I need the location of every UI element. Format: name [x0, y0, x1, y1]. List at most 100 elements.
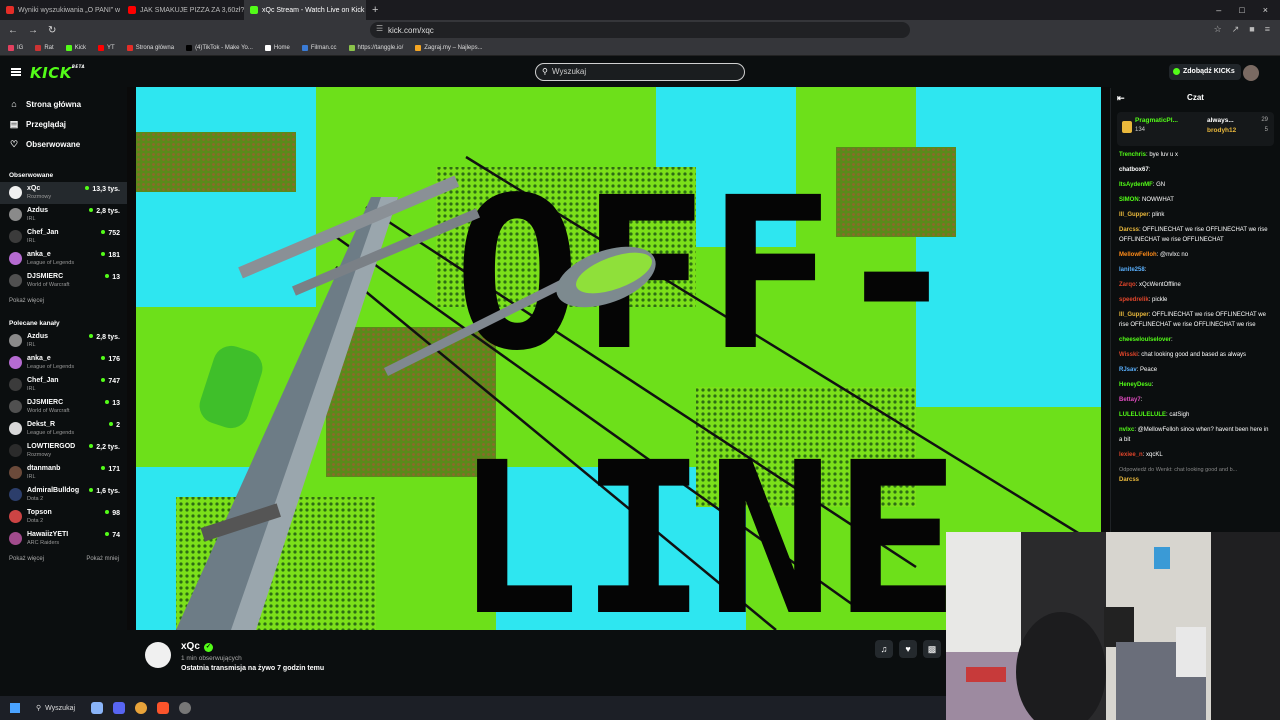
- gift-icon[interactable]: ▩: [923, 640, 941, 658]
- chat-username[interactable]: cheeseloulselover: [1119, 337, 1171, 343]
- chat-username[interactable]: Bettay7: [1119, 397, 1141, 403]
- chat-username[interactable]: ItsAydenMF: [1119, 182, 1153, 188]
- bookmark-item[interactable]: Strona główna: [126, 44, 174, 51]
- notification-bell-icon[interactable]: ♫: [875, 640, 893, 658]
- chat-username[interactable]: HeneyDesu: [1119, 382, 1152, 388]
- chat-username[interactable]: LULELULELULE: [1119, 412, 1166, 418]
- chat-username[interactable]: Trenchris: [1119, 152, 1146, 158]
- url-field[interactable]: ☰ kick.com/xqc: [370, 22, 910, 38]
- share-icon[interactable]: ↗: [1232, 24, 1240, 35]
- chat-username[interactable]: speedrelik: [1119, 297, 1149, 303]
- bookmark-item[interactable]: IG: [8, 44, 24, 51]
- leaderboard-pinned[interactable]: PragmaticPl... 134 always... brodyh12 29…: [1117, 112, 1274, 146]
- followed-section-title: Obserwowane: [9, 172, 54, 179]
- recommended-channel-item[interactable]: Chef_Jan IRL 747: [0, 374, 127, 396]
- brave-icon[interactable]: [157, 702, 170, 714]
- new-tab-icon[interactable]: +: [366, 4, 384, 16]
- channel-category: Rozmowy: [27, 452, 52, 458]
- viewer-count: 13: [105, 274, 120, 281]
- show-less-link[interactable]: Pokaż mniej: [86, 550, 119, 568]
- chat-username[interactable]: SIMON: [1119, 197, 1139, 203]
- chat-username[interactable]: MellowFelloh: [1119, 252, 1157, 258]
- minimize-icon[interactable]: –: [1216, 5, 1221, 15]
- followed-channel-item[interactable]: xQc Rozmowy 13,3 tys.: [0, 182, 127, 204]
- follow-heart-icon[interactable]: ♥: [899, 640, 917, 658]
- chat-message: Darcss: [1119, 475, 1272, 485]
- nav-home[interactable]: ⌂ Strona główna: [0, 94, 127, 114]
- channel-category: IRL: [27, 474, 36, 480]
- chat-text: :: [1148, 167, 1151, 173]
- followed-channel-item[interactable]: DJSMIERC World of Warcraft 13: [0, 270, 127, 292]
- obs-icon[interactable]: [179, 702, 192, 714]
- discord-icon[interactable]: [113, 702, 126, 714]
- chat-username[interactable]: RJsav: [1119, 367, 1137, 373]
- nav-label: Strona główna: [26, 99, 82, 109]
- back-icon[interactable]: ←: [8, 25, 18, 36]
- menu-icon[interactable]: ≡: [1265, 24, 1270, 35]
- chrome-icon[interactable]: [135, 702, 148, 714]
- chat-username[interactable]: Zarqo: [1119, 282, 1136, 288]
- bookmark-item[interactable]: https://tanggle.io/: [348, 44, 403, 51]
- maximize-icon[interactable]: □: [1239, 5, 1244, 15]
- recommended-channel-item[interactable]: anka_e League of Legends 176: [0, 352, 127, 374]
- bookmark-item[interactable]: Filman.cc: [301, 44, 337, 51]
- chat-username[interactable]: Darcss: [1119, 227, 1139, 233]
- recommended-channel-item[interactable]: dtanmanb IRL 171: [0, 462, 127, 484]
- recommended-channel-item[interactable]: Azdus IRL 2,8 tys.: [0, 330, 127, 352]
- reload-icon[interactable]: ↻: [48, 25, 56, 36]
- bookmark-item[interactable]: Zagraj.my – Najleps...: [415, 44, 483, 51]
- close-icon[interactable]: ×: [1263, 5, 1268, 15]
- recommended-channel-item[interactable]: DJSMIERC World of Warcraft 13: [0, 396, 127, 418]
- search-input[interactable]: ⚲ Wyszukaj: [535, 63, 745, 81]
- bookmark-item[interactable]: Rat: [35, 44, 54, 51]
- bookmark-label: (4)TikTok - Make Yo...: [195, 44, 253, 51]
- user-avatar[interactable]: [1243, 65, 1259, 81]
- channel-name[interactable]: xQc ✓: [181, 641, 213, 652]
- browser-tab[interactable]: Wyniki wyszukiwania „O PANI” w ser×: [0, 0, 122, 20]
- recommended-channel-item[interactable]: LOWTIERGOD Rozmowy 2,2 tys.: [0, 440, 127, 462]
- windows-start-icon[interactable]: [10, 703, 20, 713]
- followed-channel-item[interactable]: Chef_Jan IRL 752: [0, 226, 127, 248]
- chat-username[interactable]: Darcss: [1119, 477, 1139, 483]
- channel-avatar[interactable]: [145, 642, 171, 668]
- nav-heart[interactable]: ♡ Obserwowane: [0, 134, 127, 154]
- followed-channel-item[interactable]: Azdus IRL 2,8 tys.: [0, 204, 127, 226]
- chat-text: :: [1140, 397, 1143, 403]
- show-more-followed-link[interactable]: Pokaż więcej: [0, 292, 127, 310]
- bookmark-icon[interactable]: ☆: [1214, 24, 1222, 35]
- get-kicks-button[interactable]: Zdobądź KICKs: [1169, 64, 1241, 80]
- bookmark-item[interactable]: Kick: [65, 44, 86, 51]
- tab-title: JAK SMAKUJE PIZZA ZA 3,60zł? - You: [140, 6, 244, 14]
- taskbar-search[interactable]: ⚲ Wyszukaj: [30, 700, 81, 716]
- nav-label: Obserwowane: [26, 139, 81, 149]
- recommended-channel-item[interactable]: AdmiralBulldog Dota 2 1,6 tys.: [0, 484, 127, 506]
- browser-tab[interactable]: JAK SMAKUJE PIZZA ZA 3,60zł? - You×: [122, 0, 244, 20]
- followed-channel-item[interactable]: anka_e League of Legends 181: [0, 248, 127, 270]
- chat-username[interactable]: lanite258: [1119, 267, 1145, 273]
- kick-logo[interactable]: KICKBETA: [30, 64, 85, 82]
- hamburger-menu-icon[interactable]: [11, 68, 21, 76]
- extension-icon[interactable]: ■: [1249, 24, 1254, 35]
- recommended-channel-item[interactable]: Topson Dota 2 98: [0, 506, 127, 528]
- chat-username[interactable]: Ill_Gupper: [1119, 212, 1149, 218]
- nav-browse[interactable]: ▤ Przeglądaj: [0, 114, 127, 134]
- chat-username[interactable]: Ill_Gupper: [1119, 312, 1149, 318]
- taskview-icon[interactable]: [91, 702, 104, 714]
- chat-username[interactable]: lexiee_n: [1119, 452, 1143, 458]
- recommended-channel-item[interactable]: Dekst_R League of Legends 2: [0, 418, 127, 440]
- recommended-channel-item[interactable]: HawaiizYETI ARC Raiders 74: [0, 528, 127, 550]
- forward-icon[interactable]: →: [28, 25, 38, 36]
- browser-tab[interactable]: xQc Stream - Watch Live on Kick×: [244, 0, 366, 20]
- bookmark-item[interactable]: (4)TikTok - Make Yo...: [186, 44, 253, 51]
- chat-username[interactable]: nvlxc: [1119, 427, 1134, 433]
- chat-username[interactable]: chatbox67: [1119, 167, 1149, 173]
- bookmark-label: Home: [273, 44, 290, 51]
- chat-username[interactable]: Wisski: [1119, 352, 1138, 358]
- bookmark-label: IG: [17, 44, 24, 51]
- bookmark-item[interactable]: YT: [98, 44, 115, 51]
- bookmark-item[interactable]: Home: [264, 44, 290, 51]
- site-info-icon[interactable]: ☰: [376, 24, 383, 33]
- collapse-chat-icon[interactable]: ⇤: [1117, 88, 1125, 108]
- chat-text: :: [1144, 267, 1147, 273]
- show-more-recommended-link[interactable]: Pokaż więcej: [9, 556, 44, 562]
